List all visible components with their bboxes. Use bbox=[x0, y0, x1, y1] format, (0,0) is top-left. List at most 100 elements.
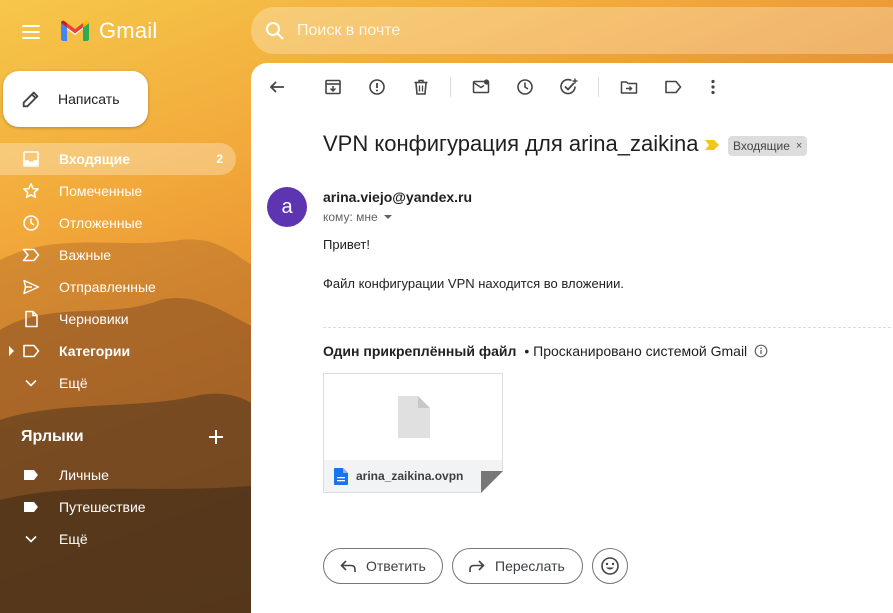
message-panel: VPN конфигурация для arina_zaikina Входя… bbox=[251, 63, 893, 613]
forward-button[interactable]: Переслать bbox=[452, 548, 583, 584]
archive-icon bbox=[325, 79, 341, 95]
labels-title: Ярлыки bbox=[21, 428, 84, 445]
clock-icon bbox=[23, 215, 39, 231]
sidebar-item-more[interactable]: Ещё bbox=[0, 367, 236, 399]
report-spam-icon bbox=[369, 79, 385, 95]
snooze-icon bbox=[517, 79, 533, 95]
sidebar-item-inbox[interactable]: Входящие 2 bbox=[0, 143, 236, 175]
compose-label: Написать bbox=[58, 91, 120, 107]
pencil-icon bbox=[22, 91, 39, 108]
toolbar-divider bbox=[450, 77, 451, 97]
sidebar-item-snoozed[interactable]: Отложенные bbox=[0, 207, 236, 239]
sidebar-item-label: Отправленные bbox=[59, 279, 156, 295]
labels-button[interactable] bbox=[661, 75, 685, 99]
info-icon[interactable] bbox=[754, 344, 768, 358]
menu-bar bbox=[22, 31, 40, 33]
attachments-header: Один прикреплённый файл • Просканировано… bbox=[323, 343, 768, 359]
menu-bar bbox=[22, 37, 40, 39]
message-toolbar bbox=[251, 63, 893, 111]
recipient-details[interactable]: кому: мне bbox=[323, 210, 392, 224]
snooze-button[interactable] bbox=[513, 75, 537, 99]
label-icon bbox=[24, 470, 38, 480]
back-button[interactable] bbox=[265, 75, 289, 99]
sidebar-item-important[interactable]: Важные bbox=[0, 239, 236, 271]
sidebar-item-starred[interactable]: Помеченные bbox=[0, 175, 236, 207]
menu-bar bbox=[22, 25, 40, 27]
send-icon bbox=[23, 279, 40, 295]
reply-button[interactable]: Ответить bbox=[323, 548, 443, 584]
delete-button[interactable] bbox=[409, 75, 433, 99]
draft-icon bbox=[25, 310, 38, 328]
report-spam-button[interactable] bbox=[365, 75, 389, 99]
generic-file-icon bbox=[398, 396, 430, 438]
reply-icon bbox=[340, 560, 356, 572]
add-label-icon[interactable] bbox=[205, 426, 227, 448]
sidebar-item-label: Входящие bbox=[59, 151, 130, 167]
sidebar-item-label: Путешествие bbox=[59, 499, 146, 515]
labels-icon bbox=[665, 80, 682, 94]
message-body-line: Файл конфигурации VPN находится во вложе… bbox=[323, 276, 625, 291]
important-marker-icon[interactable] bbox=[704, 139, 720, 151]
search-input[interactable] bbox=[297, 21, 857, 40]
forward-icon bbox=[469, 560, 485, 572]
forward-label: Переслать bbox=[495, 558, 565, 574]
main-menu-button[interactable] bbox=[13, 14, 49, 50]
labels-section-header: Ярлыки bbox=[0, 420, 236, 454]
add-task-button[interactable] bbox=[557, 75, 581, 99]
sidebar-item-label: Категории bbox=[59, 343, 131, 359]
label-icon bbox=[23, 344, 40, 358]
sidebar-item-sent[interactable]: Отправленные bbox=[0, 271, 236, 303]
sidebar-item-label: Ещё bbox=[59, 375, 88, 391]
compose-button[interactable]: Написать bbox=[3, 71, 148, 127]
mark-unread-button[interactable] bbox=[469, 75, 493, 99]
delete-icon bbox=[414, 79, 428, 95]
search-icon[interactable] bbox=[263, 19, 287, 43]
expand-caret-icon[interactable] bbox=[9, 346, 14, 356]
gmail-m-icon bbox=[61, 20, 89, 41]
sidebar-item-label: Помеченные bbox=[59, 183, 143, 199]
more-options-button[interactable] bbox=[701, 75, 725, 99]
attachment-footer: arina_zaikina.ovpn bbox=[324, 460, 502, 492]
sidebar-nav: Входящие 2 Помеченные Отложенные Важные … bbox=[0, 143, 236, 399]
attachment-card[interactable]: arina_zaikina.ovpn bbox=[323, 373, 503, 493]
sidebar-item-categories[interactable]: Категории bbox=[0, 335, 236, 367]
star-icon bbox=[23, 183, 39, 199]
email-subject: VPN конфигурация для arina_zaikina bbox=[323, 131, 699, 156]
search-bar[interactable] bbox=[251, 7, 893, 54]
inbox-icon bbox=[23, 151, 39, 167]
chevron-down-icon bbox=[383, 215, 392, 219]
attachments-title: Один прикреплённый файл bbox=[323, 343, 517, 359]
mark-unread-icon bbox=[472, 79, 490, 94]
sidebar-label-personal[interactable]: Личные bbox=[0, 459, 236, 491]
recipient-text: кому: мне bbox=[323, 210, 378, 224]
gmail-logo[interactable]: Gmail bbox=[59, 18, 157, 44]
chevron-down-icon bbox=[25, 379, 37, 387]
emoji-icon bbox=[601, 557, 619, 575]
sender-avatar[interactable]: a bbox=[267, 187, 307, 227]
important-icon bbox=[22, 248, 40, 262]
add-task-icon bbox=[560, 78, 578, 95]
sidebar-label-travel[interactable]: Путешествие bbox=[0, 491, 236, 523]
chip-label: Входящие bbox=[733, 139, 790, 153]
sidebar-item-label: Черновики bbox=[59, 311, 129, 327]
reply-label: Ответить bbox=[366, 558, 426, 574]
move-to-button[interactable] bbox=[617, 75, 641, 99]
remove-label-icon[interactable]: × bbox=[796, 140, 802, 152]
archive-button[interactable] bbox=[321, 75, 345, 99]
scan-status: • Просканировано системой Gmail bbox=[524, 343, 748, 359]
label-icon bbox=[24, 502, 38, 512]
sidebar-item-drafts[interactable]: Черновики bbox=[0, 303, 236, 335]
sidebar-label-more[interactable]: Ещё bbox=[0, 523, 236, 555]
sidebar-item-label: Ещё bbox=[59, 531, 88, 547]
more-vert-icon bbox=[711, 79, 715, 95]
emoji-reaction-button[interactable] bbox=[592, 548, 628, 584]
sender-email[interactable]: arina.viejo@yandex.ru bbox=[323, 189, 472, 205]
chevron-down-icon bbox=[25, 535, 37, 543]
move-to-icon bbox=[620, 81, 638, 94]
back-arrow-icon bbox=[269, 81, 284, 93]
labels-list: Личные Путешествие Ещё bbox=[0, 459, 236, 555]
file-icon bbox=[334, 467, 348, 485]
app-name: Gmail bbox=[99, 18, 158, 43]
attachment-preview bbox=[324, 374, 502, 460]
sidebar-item-label: Отложенные bbox=[59, 215, 143, 231]
